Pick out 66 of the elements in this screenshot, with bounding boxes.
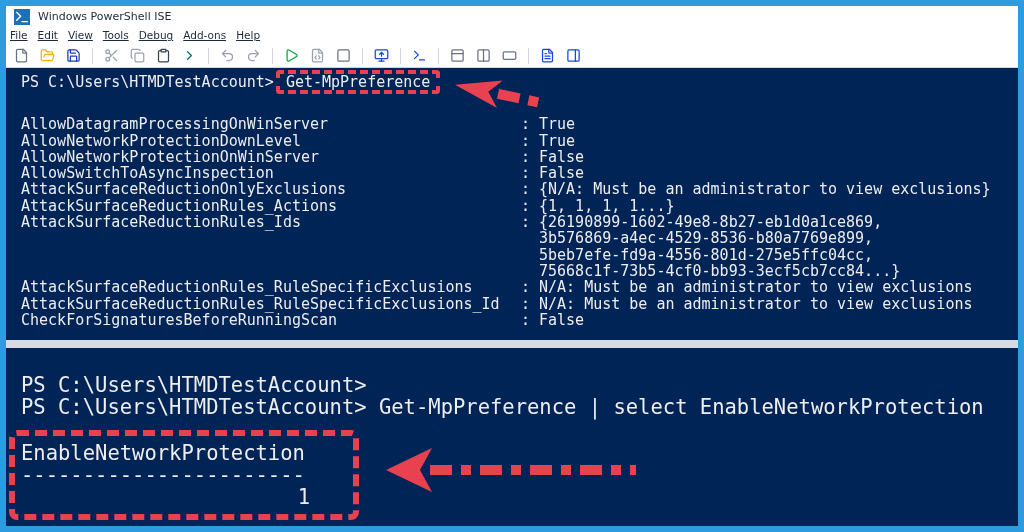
pane-top-icon[interactable]: [450, 48, 465, 63]
separator-text: :: [521, 279, 532, 296]
copy-icon[interactable]: [130, 48, 145, 63]
property-value: N/A: Must be an administrator to view exclusions: [539, 295, 973, 312]
property-value: True: [539, 116, 576, 133]
separator-text: :: [521, 148, 532, 166]
run-selection-icon[interactable]: [310, 48, 325, 63]
property-name: AllowNetworkProtectionDownLevel: [21, 132, 301, 149]
menu-item[interactable]: View: [67, 28, 93, 44]
property-value: {1, 1, 1, 1...}: [539, 197, 675, 215]
pane-right-icon[interactable]: [476, 48, 491, 63]
console-line: PS C:\Users\HTMDTestAccount> Get-MpPreference | select EnableNetworkProtection: [21, 396, 984, 418]
property-name: AllowSwitchToAsyncInspection: [21, 165, 274, 182]
property-value: False: [539, 311, 585, 329]
property-value: 5beb7efe-fd9a-4556-801d-275e5ffc04cc,: [539, 246, 875, 263]
window-title: Windows PowerShell ISE: [38, 8, 172, 25]
property-value: N/A: Must be an administrator to view exclusions: [539, 279, 973, 296]
menu-item[interactable]: Tools: [102, 28, 129, 44]
property-name: AllowDatagramProcessingOnWinServer: [21, 116, 330, 133]
command-text: Get-MpPreference: [275, 70, 441, 95]
menu-item[interactable]: Add-ons: [183, 28, 227, 44]
new-file-icon[interactable]: [14, 48, 29, 63]
property-name: AllowNetworkProtectionOnWinServer: [21, 148, 320, 166]
header-rule: -----------------------: [21, 464, 305, 486]
property-value: True: [539, 132, 576, 149]
property-value: False: [539, 148, 585, 166]
powershell-icon[interactable]: [412, 48, 427, 63]
separator-text: :: [521, 197, 532, 215]
menu-item[interactable]: Edit: [37, 28, 58, 44]
property-name: AttackSurfaceReductionOnlyExclusions: [21, 181, 348, 198]
menu-item[interactable]: File: [10, 28, 28, 44]
redo-icon[interactable]: [246, 48, 261, 63]
property-value: 75668c1f-73b5-4cf0-bb93-3ecf5cb7cc84...}: [539, 262, 901, 280]
separator-text: :: [521, 214, 532, 231]
property-value: 3b576869-a4ec-4529-8536-b80a7769e899,: [539, 230, 874, 247]
side-panel-icon[interactable]: [566, 48, 581, 63]
property-value: {26190899-1602-49e8-8b27-eb1d0a1ce869,: [539, 214, 884, 231]
stop-icon[interactable]: [336, 48, 351, 63]
output-value: 1: [296, 486, 310, 508]
app-icon: [14, 9, 30, 25]
separator-text: :: [521, 181, 532, 198]
property-name: AttackSurfaceReductionRules_RuleSpecificExclusions: [21, 279, 474, 296]
clipboard-icon[interactable]: [156, 48, 171, 63]
menu-item[interactable]: Help: [236, 28, 261, 44]
separator-text: :: [521, 295, 532, 312]
prompt-text: PS C:\Users\HTMDTestAccount>: [21, 74, 274, 91]
separator-text: :: [521, 116, 532, 133]
menu-item[interactable]: Debug: [138, 28, 174, 44]
separator-text: :: [521, 132, 532, 149]
document-icon[interactable]: [540, 48, 555, 63]
scissors-icon[interactable]: [104, 48, 119, 63]
remote-icon[interactable]: [374, 48, 389, 63]
property-name: AttackSurfaceReductionRules_Actions: [21, 197, 338, 215]
pane-max-icon[interactable]: [502, 48, 517, 63]
console-line: PS C:\Users\HTMDTestAccount>: [21, 374, 367, 396]
property-name: AttackSurfaceReductionRules_Ids: [21, 214, 301, 234]
separator-text: :: [521, 311, 532, 329]
undo-icon[interactable]: [220, 48, 235, 63]
property-value: {N/A: Must be an administrator to view exclusions}: [539, 181, 991, 198]
property-name: AttackSurfaceReductionRules_RuleSpecificExclusions_Id: [21, 295, 501, 312]
save-icon[interactable]: [66, 48, 81, 63]
property-name: CheckForSignaturesBeforeRunningScan: [21, 311, 338, 329]
property-value: False: [539, 165, 585, 182]
separator-text: :: [521, 165, 532, 182]
run-icon[interactable]: [284, 48, 299, 63]
column-header: EnableNetworkProtection: [21, 442, 305, 464]
